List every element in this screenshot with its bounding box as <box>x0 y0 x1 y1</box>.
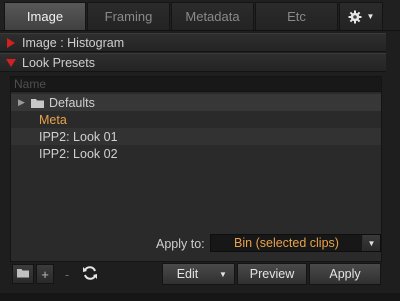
apply-to-label: Apply to: <box>156 237 205 251</box>
tab-image[interactable]: Image <box>4 2 86 30</box>
remove-preset-button[interactable]: - <box>58 264 76 284</box>
add-preset-button[interactable]: + <box>36 264 54 284</box>
list-item-ipp2-look-02[interactable]: IPP2: Look 02 <box>11 145 381 162</box>
list-item-label: Defaults <box>49 95 95 110</box>
gear-icon <box>348 10 362 24</box>
apply-to-select[interactable]: Bin (selected clips) ▼ <box>210 234 381 252</box>
tab-framing[interactable]: Framing <box>87 2 170 30</box>
new-folder-button[interactable] <box>12 264 34 284</box>
refresh-icon <box>81 264 99 285</box>
list-item-label: IPP2: Look 01 <box>39 129 118 144</box>
list-item-label: IPP2: Look 02 <box>39 146 118 161</box>
section-histogram-label: Image : Histogram <box>22 35 125 50</box>
section-histogram-header[interactable]: Image : Histogram <box>0 33 386 52</box>
collapsed-triangle-icon <box>0 37 22 48</box>
edit-button[interactable]: Edit ▼ <box>162 263 235 285</box>
settings-menu-button[interactable]: ▼ <box>339 2 383 30</box>
folder-icon <box>31 98 44 108</box>
list-item-meta[interactable]: Meta <box>11 111 381 128</box>
list-item-label: Meta <box>39 112 67 127</box>
expanded-triangle-icon <box>0 58 22 67</box>
name-column-header[interactable]: Name <box>11 77 381 92</box>
section-look-presets-label: Look Presets <box>22 55 95 70</box>
tab-etc[interactable]: Etc <box>255 2 338 30</box>
preview-button[interactable]: Preview <box>237 263 307 285</box>
tab-metadata[interactable]: Metadata <box>171 2 254 30</box>
list-item-defaults-folder[interactable]: ▶ Defaults <box>11 94 381 111</box>
edit-button-label: Edit <box>176 267 199 281</box>
list-item-ipp2-look-01[interactable]: IPP2: Look 01 <box>11 128 381 145</box>
apply-to-value: Bin (selected clips) <box>234 236 339 250</box>
refresh-button[interactable] <box>78 264 102 284</box>
chevron-down-icon[interactable]: ▼ <box>362 235 380 251</box>
expand-arrow-icon[interactable]: ▶ <box>11 97 31 108</box>
folder-icon <box>17 267 29 281</box>
tab-bar: Image Framing Metadata Etc ▼ <box>0 0 400 31</box>
bottom-strip <box>0 293 400 301</box>
chevron-down-icon: ▼ <box>366 12 375 21</box>
apply-button[interactable]: Apply <box>309 263 381 285</box>
chevron-down-icon[interactable]: ▼ <box>212 264 234 284</box>
section-look-presets-header[interactable]: Look Presets <box>0 53 386 72</box>
